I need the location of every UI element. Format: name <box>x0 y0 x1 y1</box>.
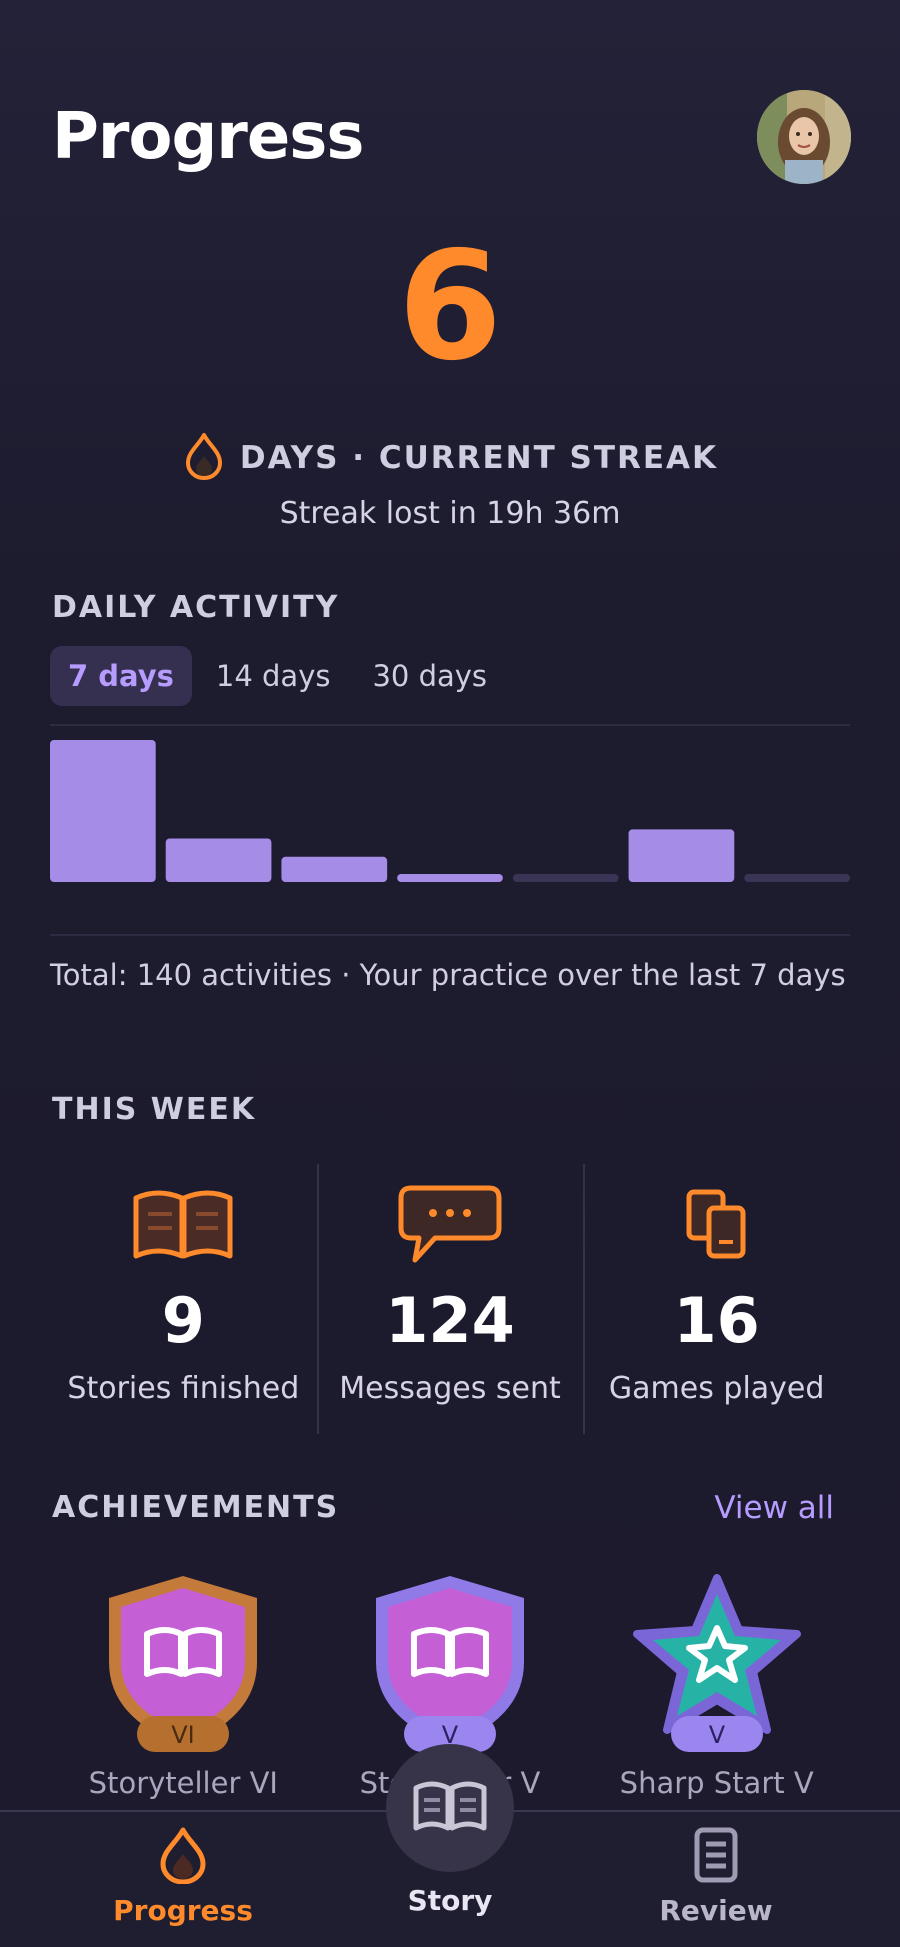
games-label: Games played <box>608 1371 825 1406</box>
stat-messages: 124 Messages sent <box>316 1162 584 1434</box>
weekly-stats: 9 Stories finished 124 Messages sent 16 … <box>50 1162 850 1434</box>
nav-review[interactable]: Review <box>616 1826 816 1927</box>
achievement-badge[interactable]: VI Storyteller VI <box>50 1570 317 1800</box>
badge-label: Sharp Start V <box>619 1766 814 1800</box>
flame-icon <box>182 432 226 484</box>
story-button[interactable] <box>386 1744 514 1872</box>
tab-30-days[interactable]: 30 days <box>354 646 505 706</box>
nav-progress-label: Progress <box>113 1894 253 1927</box>
activity-range-tabs: 7 days 14 days 30 days <box>50 646 505 706</box>
stories-count: 9 <box>161 1284 205 1357</box>
activity-bar <box>628 829 735 882</box>
activity-bar <box>512 874 619 882</box>
cards-icon <box>677 1176 757 1272</box>
chart-top-divider <box>50 724 850 726</box>
achievement-badge[interactable]: V Sharp Start V <box>583 1570 850 1800</box>
page-title: Progress <box>52 100 364 174</box>
svg-text:VI: VI <box>172 1721 196 1749</box>
purple-shield-book-badge: V <box>376 1576 524 1752</box>
avatar-image <box>757 90 851 184</box>
book-icon <box>410 1778 490 1838</box>
book-icon <box>128 1176 238 1272</box>
activity-bar <box>397 874 503 882</box>
streak-count: 6 <box>397 220 503 394</box>
stat-stories: 9 Stories finished <box>50 1162 317 1432</box>
activity-bar <box>744 874 850 882</box>
activity-bar <box>165 838 272 882</box>
nav-story-label: Story <box>407 1884 493 1917</box>
activity-bar-chart <box>50 740 850 882</box>
badge-label: Storyteller VI <box>88 1766 278 1800</box>
activity-bar <box>281 856 388 882</box>
activity-bar <box>50 740 156 882</box>
chat-bubble-icon <box>395 1176 505 1272</box>
messages-count: 124 <box>385 1284 515 1357</box>
daily-activity-chart <box>50 740 850 902</box>
nav-progress[interactable]: Progress <box>83 1826 283 1927</box>
nav-review-label: Review <box>659 1894 773 1927</box>
flame-icon <box>156 1826 210 1888</box>
progress-screen: Progress 6 DAYS · CURRENT STREAK Streak … <box>0 0 900 1947</box>
list-icon <box>691 1826 741 1888</box>
streak-label: DAYS · CURRENT STREAK <box>239 440 719 476</box>
daily-activity-title: DAILY ACTIVITY <box>52 590 340 625</box>
tab-14-days[interactable]: 14 days <box>198 646 349 706</box>
view-all-link[interactable]: View all <box>714 1490 834 1526</box>
this-week-title: THIS WEEK <box>52 1092 257 1127</box>
teal-star-badge: V <box>632 1574 801 1752</box>
svg-text:V: V <box>708 1721 725 1749</box>
nav-story[interactable]: Story <box>350 1878 550 1917</box>
games-count: 16 <box>673 1284 760 1357</box>
achievements-title: ACHIEVEMENTS <box>52 1490 340 1525</box>
stories-label: Stories finished <box>67 1371 300 1406</box>
tab-7-days[interactable]: 7 days <box>50 646 192 706</box>
streak-label-row: DAYS · CURRENT STREAK <box>0 432 900 484</box>
user-avatar[interactable] <box>757 90 851 184</box>
chart-bottom-divider <box>50 934 850 936</box>
stat-games: 16 Games played <box>583 1162 850 1434</box>
bronze-shield-book-badge: VI <box>109 1576 258 1752</box>
messages-label: Messages sent <box>339 1371 561 1406</box>
streak-deadline: Streak lost in 19h 36m <box>279 496 621 531</box>
activity-total: Total: 140 activities · Your practice ov… <box>50 958 846 992</box>
